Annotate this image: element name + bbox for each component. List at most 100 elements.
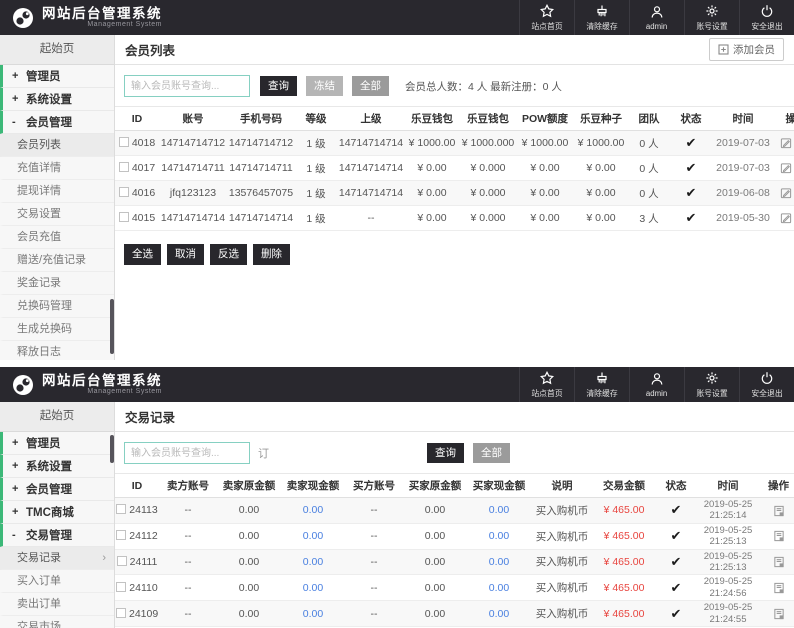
sidebar-subitem[interactable]: 卖出订单 <box>0 593 114 616</box>
sidebar-subitem[interactable]: 买入订单 <box>0 570 114 593</box>
nav-site-home[interactable]: 站点首页 <box>519 0 574 35</box>
nav-label: 清除缓存 <box>586 387 617 398</box>
member-level: 1 级 <box>295 181 337 206</box>
sidebar-group[interactable]: + 系统设置 <box>0 455 114 478</box>
row-checkbox[interactable] <box>119 212 129 222</box>
row-checkbox[interactable] <box>116 608 126 618</box>
table-header-row: ID账号手机号码等级上级乐豆钱包乐豆钱包POW额度乐豆种子团队状态时间操作 <box>115 107 794 131</box>
seller-current-amount[interactable]: 0.00 <box>281 575 345 601</box>
seller-account: -- <box>159 549 217 575</box>
buyer-current-amount[interactable]: 0.00 <box>467 498 531 524</box>
sidebar-group[interactable]: + 管理员 <box>0 432 114 455</box>
sidebar-group[interactable]: + TMC商城 <box>0 501 114 524</box>
query-button[interactable]: 查询 <box>427 443 464 464</box>
detail-icon[interactable] <box>773 582 785 594</box>
detail-icon[interactable] <box>773 608 785 620</box>
trade-date: 2019-05-25 <box>698 499 758 510</box>
batch-button[interactable]: 反选 <box>210 244 247 265</box>
search-input[interactable] <box>124 442 250 464</box>
sidebar-subitem[interactable]: 释放日志 <box>0 341 114 360</box>
nav-clear-cache[interactable]: 清除缓存 <box>574 0 629 35</box>
batch-button[interactable]: 删除 <box>253 244 290 265</box>
sidebar-subitem[interactable]: 交易设置 <box>0 203 114 226</box>
sidebar-group[interactable]: - 交易管理 <box>0 524 114 547</box>
detail-icon[interactable] <box>773 556 785 568</box>
expand-toggle-icon: + <box>12 93 20 105</box>
batch-button[interactable]: 全选 <box>124 244 161 265</box>
status-check: ✔ <box>655 575 697 601</box>
nav-site-home[interactable]: 站点首页 <box>519 367 574 402</box>
sidebar-subitem[interactable]: 会员充值 <box>0 226 114 249</box>
seller-current-amount[interactable]: 0.00 <box>281 498 345 524</box>
row-checkbox[interactable] <box>117 556 127 566</box>
row-checkbox[interactable] <box>119 137 129 147</box>
nav-admin[interactable]: admin <box>629 0 684 35</box>
column-header: ID <box>115 107 159 131</box>
nav-admin[interactable]: admin <box>629 367 684 402</box>
status-check: ✔ <box>655 549 697 575</box>
sidebar-home-tab[interactable]: 起始页 <box>0 35 114 65</box>
edit-icon[interactable] <box>780 137 792 149</box>
seller-original-amount: 0.00 <box>217 549 281 575</box>
seller-current-amount[interactable]: 0.00 <box>281 523 345 549</box>
add-member-button[interactable]: 添加会员 <box>709 38 784 61</box>
nav-account-settings[interactable]: 账号设置 <box>684 367 739 402</box>
sidebar-subitem[interactable]: 交易市场 <box>0 616 114 628</box>
sidebar-subitem[interactable]: 充值详情 <box>0 157 114 180</box>
sidebar-subitem[interactable]: 提现详情 <box>0 180 114 203</box>
sidebar-subitem-label: 会员列表 <box>17 139 61 151</box>
edit-icon[interactable] <box>780 212 792 224</box>
row-actions <box>773 206 794 231</box>
sidebar-scrollbar[interactable] <box>110 435 114 463</box>
detail-icon[interactable] <box>773 505 785 517</box>
all-button[interactable]: 全部 <box>352 76 389 97</box>
nav-label: 站点首页 <box>531 20 562 31</box>
query-button[interactable]: 查询 <box>260 76 297 97</box>
sidebar-subitem[interactable]: 会员列表 <box>0 134 114 157</box>
sidebar-group[interactable]: + 管理员 <box>0 65 114 88</box>
nav-clear-cache[interactable]: 清除缓存 <box>574 367 629 402</box>
nav-account-settings[interactable]: 账号设置 <box>684 0 739 35</box>
nav-logout[interactable]: 安全退出 <box>739 367 794 402</box>
buyer-current-amount[interactable]: 0.00 <box>467 549 531 575</box>
sidebar-subitem[interactable]: 兑换码管理 <box>0 295 114 318</box>
edit-icon[interactable] <box>780 162 792 174</box>
nav-logout[interactable]: 安全退出 <box>739 0 794 35</box>
batch-actions: 全选取消反选删除 <box>115 231 794 278</box>
seller-current-amount[interactable]: 0.00 <box>281 549 345 575</box>
sidebar-scrollbar[interactable] <box>110 299 114 354</box>
sidebar-subitem[interactable]: 交易记录 <box>0 547 114 570</box>
power-icon <box>760 4 774 18</box>
sidebar-group[interactable]: + 系统设置 <box>0 88 114 111</box>
sidebar-group[interactable]: - 会员管理 <box>0 111 114 134</box>
buyer-current-amount[interactable]: 0.00 <box>467 523 531 549</box>
nav-label: 站点首页 <box>531 387 562 398</box>
buyer-current-amount[interactable]: 0.00 <box>467 575 531 601</box>
column-header: 买家原金额 <box>403 474 467 498</box>
all-button[interactable]: 全部 <box>473 443 510 464</box>
detail-icon[interactable] <box>773 530 785 542</box>
app-title: 网站后台管理系统 <box>42 374 162 388</box>
trade-amount: ¥ 465.00 <box>593 498 655 524</box>
search-input[interactable] <box>124 75 250 97</box>
brand: 网站后台管理系统 Management System <box>0 0 162 35</box>
gear-icon <box>705 4 719 18</box>
row-checkbox[interactable] <box>119 187 129 197</box>
sidebar-subitem[interactable]: 奖金记录 <box>0 272 114 295</box>
freeze-button[interactable]: 冻结 <box>306 76 343 97</box>
wallet-amount: ¥ 0.00 <box>405 156 459 181</box>
batch-button[interactable]: 取消 <box>167 244 204 265</box>
pow-quota: ¥ 1000.00 <box>517 131 573 156</box>
seller-current-amount[interactable]: 0.00 <box>281 601 345 627</box>
row-checkbox[interactable] <box>116 582 126 592</box>
edit-icon[interactable] <box>780 187 792 199</box>
sidebar-subitem[interactable]: 赠送/充值记录 <box>0 249 114 272</box>
buyer-current-amount[interactable]: 0.00 <box>467 601 531 627</box>
row-checkbox[interactable] <box>119 162 129 172</box>
sidebar-subitem[interactable]: 生成兑换码 <box>0 318 114 341</box>
sidebar-home-tab[interactable]: 起始页 <box>0 402 114 432</box>
sidebar: 起始页 + 管理员 + 系统设置 <box>0 35 115 360</box>
row-checkbox[interactable] <box>116 530 126 540</box>
sidebar-group[interactable]: + 会员管理 <box>0 478 114 501</box>
row-checkbox[interactable] <box>116 504 126 514</box>
